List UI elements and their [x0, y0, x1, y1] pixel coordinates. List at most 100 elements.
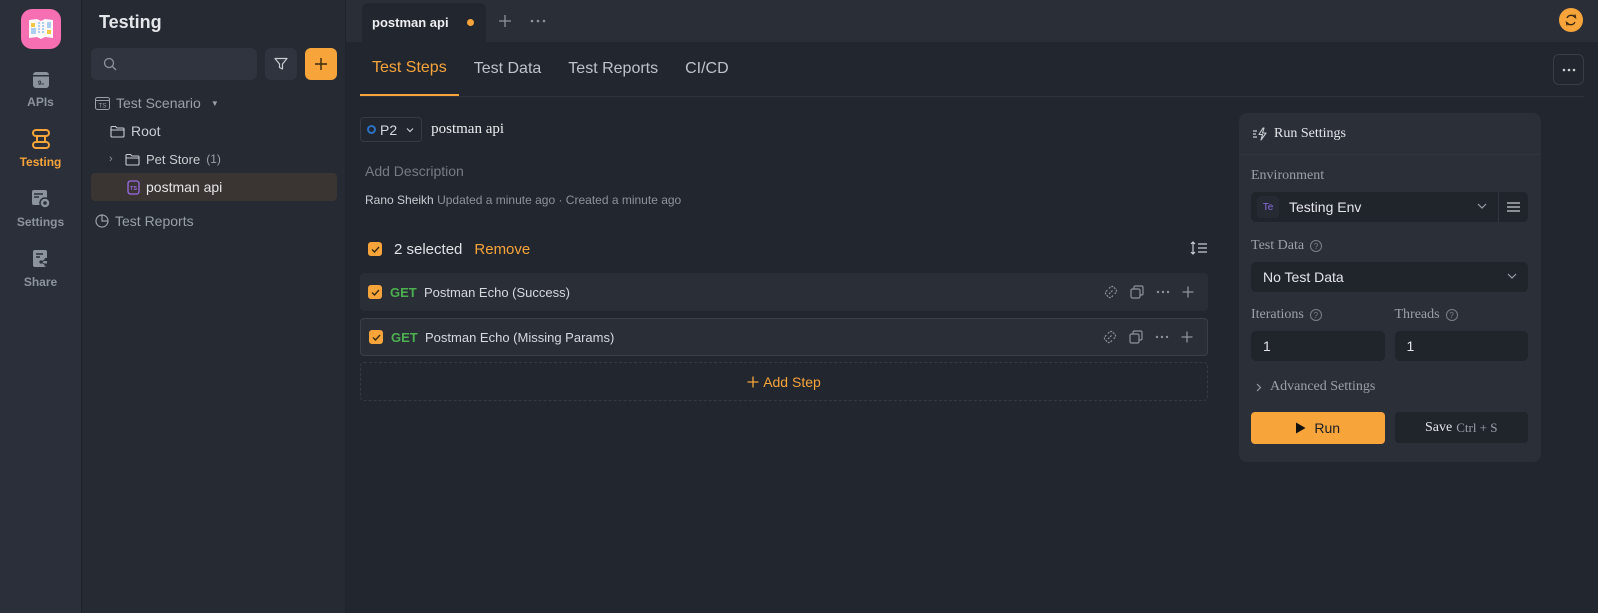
step-row[interactable]: GET Postman Echo (Missing Params): [360, 318, 1208, 356]
help-icon[interactable]: ?: [1445, 309, 1458, 321]
duplicate-button[interactable]: [1129, 330, 1143, 344]
step-checkbox[interactable]: [369, 330, 383, 344]
rail-item-settings[interactable]: Settings: [0, 189, 82, 229]
chevron-right-icon[interactable]: ›: [109, 153, 119, 165]
chevron-down-icon: [406, 127, 414, 132]
app-logo[interactable]: [20, 9, 61, 49]
new-tab-button[interactable]: [486, 0, 524, 42]
advanced-settings-toggle[interactable]: Advanced Settings: [1251, 379, 1528, 395]
manage-environments-button[interactable]: [1498, 192, 1528, 222]
priority-value: P2: [380, 121, 398, 138]
tree-item-pet-store[interactable]: › Pet Store (1): [91, 145, 337, 173]
check-icon: [372, 334, 381, 341]
insert-step-button[interactable]: [1182, 286, 1194, 298]
tree-item-label: postman api: [146, 179, 223, 195]
env-badge: Te: [1257, 196, 1279, 218]
search-icon: [103, 57, 117, 71]
more-options-button[interactable]: [1553, 54, 1584, 85]
save-shortcut: Ctrl + S: [1456, 419, 1498, 435]
http-method: GET: [390, 284, 417, 300]
add-button[interactable]: [305, 48, 337, 80]
test-data-label-text: Test Data: [1251, 238, 1305, 253]
chevron-down-icon: [1477, 203, 1487, 209]
sync-button[interactable]: [1559, 8, 1583, 32]
filter-button[interactable]: [265, 48, 297, 80]
threads-label: Threads ?: [1395, 307, 1529, 323]
tab-ci-cd[interactable]: CI/CD: [673, 42, 741, 96]
menu-icon: [1507, 202, 1520, 212]
environment-control: Te Testing Env: [1251, 192, 1528, 222]
check-icon: [371, 289, 380, 296]
search-box[interactable]: [91, 48, 257, 80]
action-buttons: Run Save Ctrl + S: [1251, 412, 1528, 444]
help-icon[interactable]: ?: [1309, 309, 1322, 321]
folder-icon: [125, 153, 140, 166]
step-checkbox[interactable]: [368, 285, 382, 299]
ts-scenario-icon: TS: [127, 179, 140, 195]
add-step-button[interactable]: Add Step: [360, 362, 1208, 401]
tab-test-reports[interactable]: Test Reports: [556, 42, 670, 96]
run-label: Run: [1314, 420, 1341, 436]
caret-down-icon: ▼: [210, 98, 219, 108]
step-more-button[interactable]: [1155, 335, 1169, 339]
rail-item-apis[interactable]: 9₀ APIs: [0, 71, 82, 109]
testing-sidebar: Testing TS Test Scenario ▼ Root › Pet St…: [82, 0, 346, 613]
duplicate-button[interactable]: [1130, 285, 1144, 299]
unlink-button[interactable]: [1104, 285, 1118, 299]
tree-item-root[interactable]: Root: [91, 117, 337, 145]
search-input[interactable]: [125, 56, 245, 72]
tree-section-test-reports[interactable]: Test Reports: [91, 207, 337, 235]
tree-section-test-scenario[interactable]: TS Test Scenario ▼: [91, 89, 337, 117]
threads-input[interactable]: [1394, 331, 1528, 361]
scenario-header: P2 postman api: [360, 117, 1208, 142]
tree-item-postman-api[interactable]: TS postman api: [91, 173, 337, 201]
run-settings-body: Environment Te Testing Env Test Data ? N…: [1239, 168, 1541, 444]
plus-icon: [1181, 331, 1193, 343]
test-data-value: No Test Data: [1263, 269, 1344, 285]
insert-step-button[interactable]: [1181, 331, 1193, 343]
remove-button[interactable]: Remove: [474, 241, 530, 258]
iterations-label: Iterations ?: [1251, 307, 1385, 323]
save-button[interactable]: Save Ctrl + S: [1394, 412, 1528, 443]
book-logo-icon: [28, 19, 53, 39]
run-button[interactable]: Run: [1251, 412, 1385, 444]
more-horizontal-icon: [530, 19, 545, 23]
run-settings-header: Run Settings: [1239, 113, 1541, 155]
scenario-meta: Rano Sheikh Updated a minute ago · Creat…: [360, 193, 1208, 207]
help-icon[interactable]: ?: [1310, 240, 1323, 252]
svg-text:9₀: 9₀: [37, 81, 43, 87]
testing-icon: [31, 129, 50, 149]
tab-label: postman api: [372, 15, 449, 30]
select-all-checkbox[interactable]: [368, 242, 382, 256]
tab-more-button[interactable]: [524, 0, 558, 42]
tab-postman-api[interactable]: postman api: [362, 3, 486, 42]
add-description-field[interactable]: Add Description: [360, 163, 1208, 179]
unlink-button[interactable]: [1103, 330, 1117, 344]
main-area: postman api Test Steps Test Data Test Re…: [346, 0, 1598, 613]
tab-test-data[interactable]: Test Data: [462, 42, 554, 96]
rail-item-share[interactable]: Share: [0, 249, 82, 289]
priority-select[interactable]: P2: [360, 117, 423, 142]
plus-icon: [747, 376, 759, 387]
test-data-select[interactable]: No Test Data: [1251, 262, 1528, 292]
step-actions: [1103, 330, 1193, 344]
tab-test-steps[interactable]: Test Steps: [360, 42, 459, 96]
rail-item-testing[interactable]: Testing: [0, 129, 82, 169]
http-method: GET: [391, 329, 418, 345]
environment-select[interactable]: Te Testing Env: [1251, 192, 1498, 222]
unsaved-dot-icon: [466, 19, 474, 26]
iterations-threads-row: Iterations ? Threads ?: [1251, 307, 1528, 361]
scenario-name[interactable]: postman api: [431, 121, 504, 138]
pie-chart-icon: [95, 214, 109, 228]
unlink-icon: [1103, 330, 1117, 344]
app-window: 9₀ APIs Testing Settings Share Testing T…: [0, 0, 1598, 613]
sort-button[interactable]: [1190, 241, 1208, 260]
step-row[interactable]: GET Postman Echo (Success): [360, 273, 1208, 311]
more-horizontal-icon: [1156, 290, 1170, 294]
test-data-label: Test Data ?: [1251, 238, 1528, 254]
selection-count: 2 selected: [394, 240, 463, 258]
plus-icon: [1182, 286, 1194, 298]
step-more-button[interactable]: [1156, 290, 1170, 294]
folder-count: (1): [206, 152, 221, 166]
iterations-input[interactable]: [1251, 331, 1385, 361]
